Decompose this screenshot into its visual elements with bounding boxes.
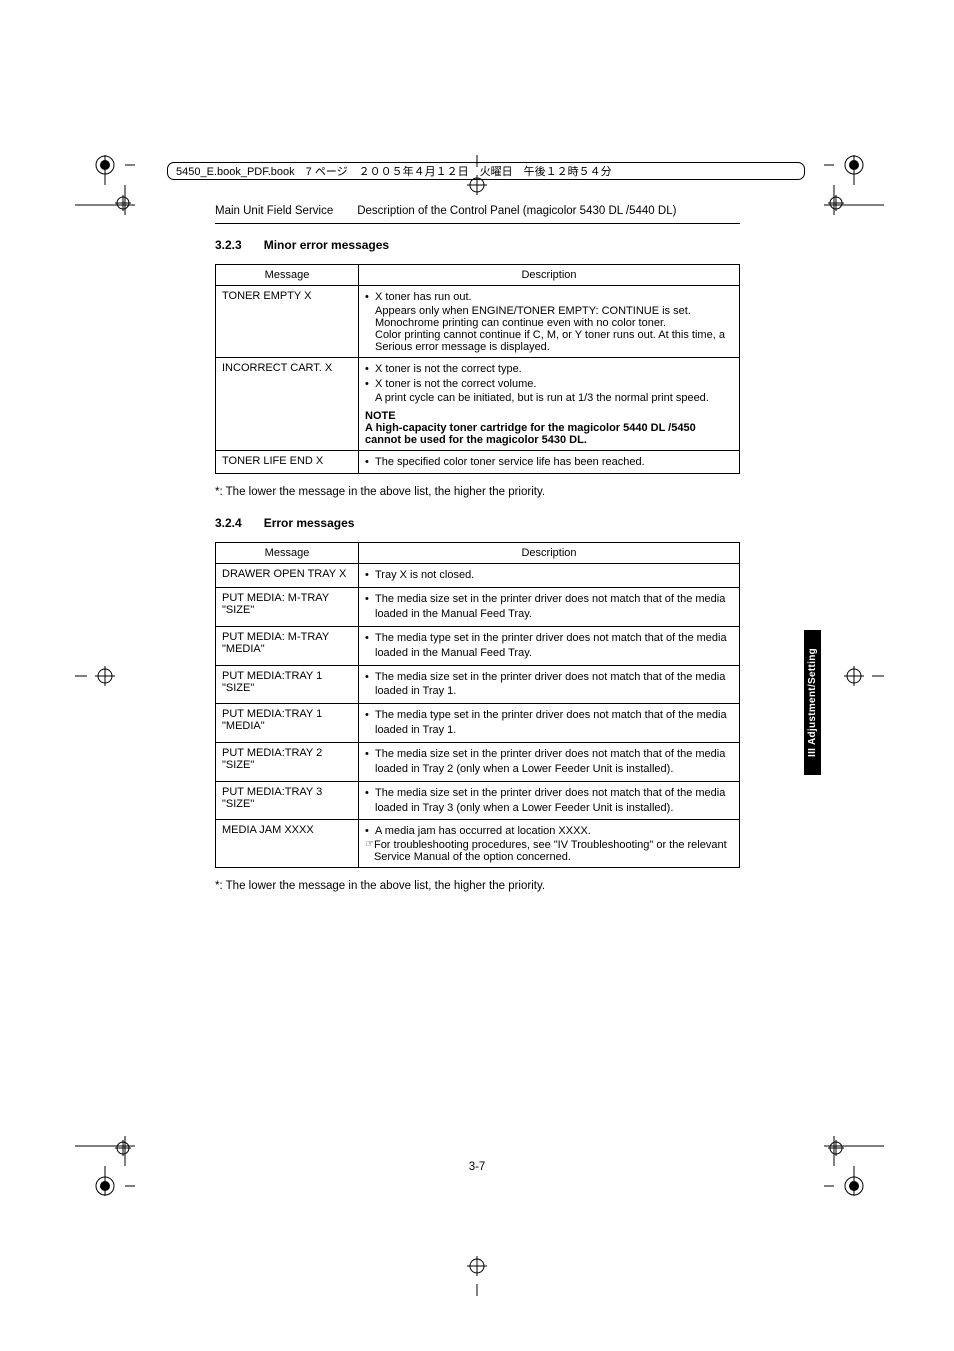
table-row: PUT MEDIA: M-TRAY "SIZE"The media size s…: [216, 588, 740, 627]
section-title: Error messages: [264, 516, 355, 530]
desc-cell: X toner is not the correct type. X toner…: [359, 357, 740, 450]
col-message: Message: [216, 265, 359, 286]
error-table: MessageDescription DRAWER OPEN TRAY XTra…: [215, 542, 740, 868]
header-strip: 5450_E.book_PDF.book 7 ページ ２００５年４月１２日 火曜…: [167, 162, 805, 180]
header-strip-text: 5450_E.book_PDF.book 7 ページ ２００５年４月１２日 火曜…: [176, 163, 612, 179]
page-number: 3-7: [469, 1161, 486, 1173]
runhead-rule: [215, 223, 740, 224]
msg-cell: TONER EMPTY X: [216, 286, 359, 358]
table-row: INCORRECT CART. X X toner is not the cor…: [216, 357, 740, 450]
table-row: TONER LIFE END X The specified color ton…: [216, 450, 740, 474]
page: 5450_E.book_PDF.book 7 ページ ２００５年４月１２日 火曜…: [0, 0, 954, 1351]
table-row: TONER EMPTY X X toner has run out. Appea…: [216, 286, 740, 358]
table-row: PUT MEDIA:TRAY 1 "SIZE"The media size se…: [216, 665, 740, 704]
table-row: PUT MEDIA: M-TRAY "MEDIA"The media type …: [216, 626, 740, 665]
desc-cell: The specified color toner service life h…: [359, 450, 740, 474]
running-head: Main Unit Field Service Description of t…: [215, 205, 740, 217]
table-row: MEDIA JAM XXXX A media jam has occurred …: [216, 820, 740, 868]
crop-mark-top-left-icon: [75, 155, 135, 215]
section-number: 3.2.4: [215, 516, 242, 530]
col-description: Description: [359, 543, 740, 564]
section-324-heading: 3.2.4 Error messages: [215, 516, 740, 530]
table-row: DRAWER OPEN TRAY XTray X is not closed.: [216, 564, 740, 588]
col-description: Description: [359, 265, 740, 286]
table-row: PUT MEDIA:TRAY 3 "SIZE"The media size se…: [216, 781, 740, 820]
crop-mark-bottom-left-icon: [75, 1136, 135, 1196]
priority-note-1: *: The lower the message in the above li…: [215, 486, 740, 498]
table-row: MessageDescription: [216, 543, 740, 564]
crop-mark-right-mid-icon: [844, 666, 884, 686]
section-title: Minor error messages: [264, 238, 389, 252]
priority-note-2: *: The lower the message in the above li…: [215, 880, 740, 892]
table-row: PUT MEDIA:TRAY 1 "MEDIA"The media type s…: [216, 704, 740, 743]
runhead-left: Main Unit Field Service: [215, 205, 333, 217]
section-number: 3.2.3: [215, 238, 242, 252]
table-row: MessageDescription: [216, 265, 740, 286]
crop-mark-top-right-icon: [824, 155, 884, 215]
desc-cell: X toner has run out. Appears only when E…: [359, 286, 740, 358]
col-message: Message: [216, 543, 359, 564]
pointer-icon: ☞: [365, 839, 374, 863]
crop-mark-left-mid-icon: [75, 666, 115, 686]
crop-mark-bottom-mid-icon: [467, 1256, 487, 1296]
section-tab: III Adjustment/Setting: [804, 630, 821, 775]
minor-error-table: MessageDescription TONER EMPTY X X toner…: [215, 264, 740, 474]
table-row: PUT MEDIA:TRAY 2 "SIZE"The media size se…: [216, 742, 740, 781]
crop-mark-bottom-right-icon: [824, 1136, 884, 1196]
runhead-right: Description of the Control Panel (magico…: [357, 205, 676, 217]
content-area: Main Unit Field Service Description of t…: [215, 205, 740, 910]
msg-cell: TONER LIFE END X: [216, 450, 359, 474]
section-323-heading: 3.2.3 Minor error messages: [215, 238, 740, 252]
msg-cell: INCORRECT CART. X: [216, 357, 359, 450]
